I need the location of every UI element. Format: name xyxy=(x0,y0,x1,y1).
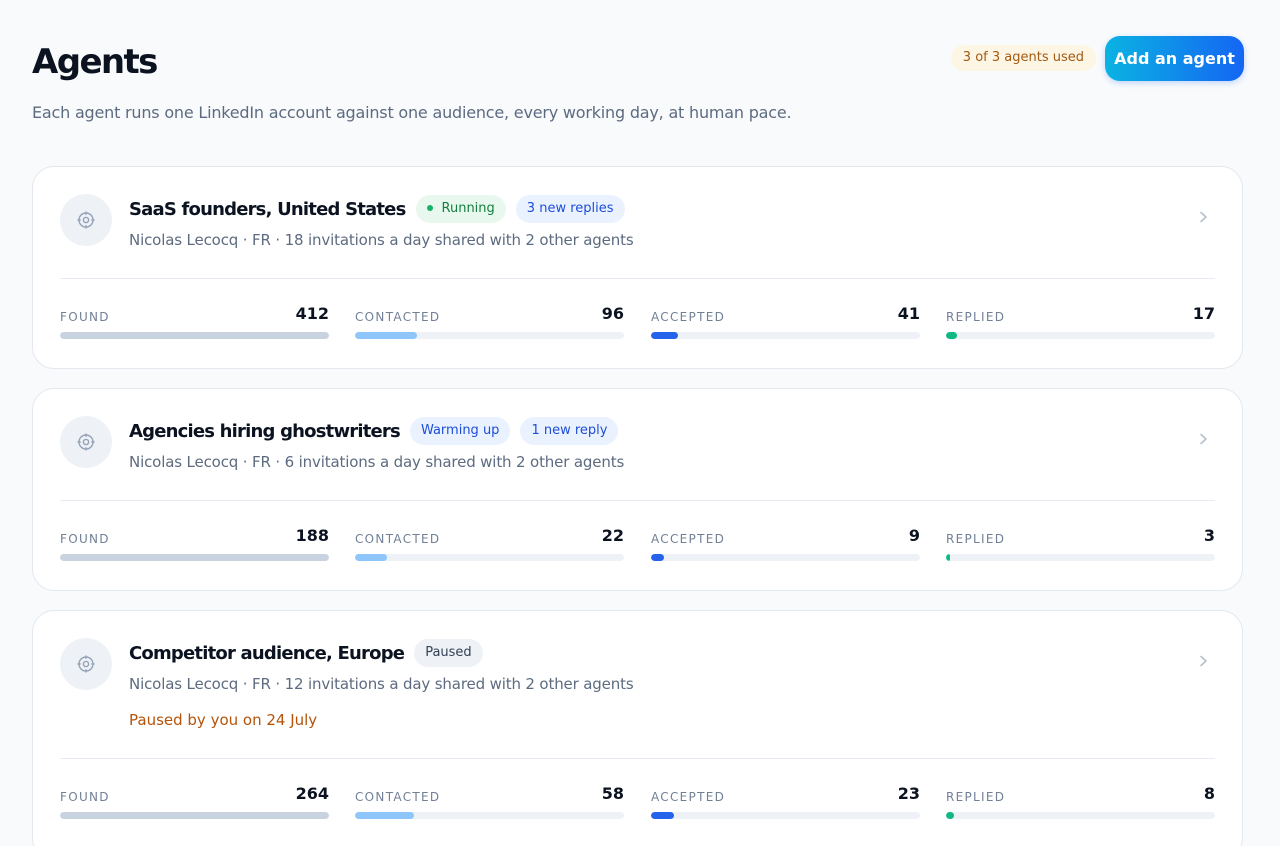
stat-label: CONTACTED xyxy=(355,532,441,546)
status-badge: Running xyxy=(415,195,506,223)
chevron-right-icon[interactable] xyxy=(1197,431,1209,447)
stat-replied: REPLIED 8 xyxy=(946,784,1215,824)
stat-value: 9 xyxy=(908,526,920,545)
status-badge: Paused xyxy=(414,639,483,667)
card-divider xyxy=(60,278,1215,279)
progress-track xyxy=(946,554,1215,561)
progress-track xyxy=(651,812,920,819)
agent-meta: Nicolas Lecocq · FR · 12 invitations a d… xyxy=(129,675,634,693)
stat-label: ACCEPTED xyxy=(651,790,726,804)
progress-fill xyxy=(60,554,329,561)
stat-label: CONTACTED xyxy=(355,790,441,804)
stat-accepted: ACCEPTED 23 xyxy=(651,784,920,824)
agent-card[interactable]: Agencies hiring ghostwriters Warming up … xyxy=(32,388,1243,591)
progress-track xyxy=(651,332,920,339)
target-icon xyxy=(60,194,112,246)
status-badge: Warming up xyxy=(409,417,511,445)
page-header: Agents 3 of 3 agents used Add an agent xyxy=(32,0,1244,96)
progress-track xyxy=(355,812,624,819)
stat-accepted: ACCEPTED 9 xyxy=(651,526,920,566)
stat-label: ACCEPTED xyxy=(651,532,726,546)
agent-title-row: Competitor audience, Europe Paused xyxy=(129,639,483,667)
progress-track xyxy=(651,554,920,561)
stat-label: CONTACTED xyxy=(355,310,441,324)
agent-meta: Nicolas Lecocq · FR · 6 invitations a da… xyxy=(129,453,625,471)
stat-value: 188 xyxy=(295,526,329,545)
progress-fill xyxy=(946,812,955,819)
page-subtitle: Each agent runs one LinkedIn account aga… xyxy=(32,103,792,122)
agent-stats: FOUND 188 CONTACTED 22 ACCEPTED 9 REPLIE… xyxy=(60,526,1215,566)
stat-label: FOUND xyxy=(60,310,110,324)
stat-label: REPLIED xyxy=(946,310,1006,324)
stat-value: 58 xyxy=(601,784,624,803)
stat-replied: REPLIED 3 xyxy=(946,526,1215,566)
agent-name: Competitor audience, Europe xyxy=(129,642,405,664)
stat-accepted: ACCEPTED 41 xyxy=(651,304,920,344)
stat-contacted: CONTACTED 96 xyxy=(355,304,624,344)
stat-value: 3 xyxy=(1203,526,1215,545)
stat-value: 22 xyxy=(601,526,624,545)
progress-fill xyxy=(651,332,678,339)
status-label: Running xyxy=(441,201,495,216)
agent-name: SaaS founders, United States xyxy=(129,198,406,220)
stat-value: 23 xyxy=(897,784,920,803)
progress-fill xyxy=(355,554,388,561)
progress-track xyxy=(355,554,624,561)
card-divider xyxy=(60,758,1215,759)
add-agent-button[interactable]: Add an agent xyxy=(1105,36,1244,81)
agent-card[interactable]: Competitor audience, Europe Paused Nicol… xyxy=(32,610,1243,846)
stat-value: 17 xyxy=(1192,304,1215,323)
progress-fill xyxy=(355,332,417,339)
chevron-right-icon[interactable] xyxy=(1197,209,1209,225)
stat-found: FOUND 188 xyxy=(60,526,329,566)
progress-fill xyxy=(60,332,329,339)
paused-note: Paused by you on 24 July xyxy=(129,711,318,729)
card-divider xyxy=(60,500,1215,501)
running-dot-icon xyxy=(426,204,433,211)
progress-fill xyxy=(651,554,665,561)
stat-label: REPLIED xyxy=(946,532,1006,546)
agent-stats: FOUND 264 CONTACTED 58 ACCEPTED 23 REPLI… xyxy=(60,784,1215,824)
agent-meta: Nicolas Lecocq · FR · 18 invitations a d… xyxy=(129,231,634,249)
progress-fill xyxy=(651,812,675,819)
progress-track xyxy=(60,554,329,561)
stat-label: REPLIED xyxy=(946,790,1006,804)
progress-track xyxy=(355,332,624,339)
progress-fill xyxy=(60,812,329,819)
stat-value: 41 xyxy=(897,304,920,323)
agent-card[interactable]: SaaS founders, United States Running 3 n… xyxy=(32,166,1243,369)
agent-title-row: SaaS founders, United States Running 3 n… xyxy=(129,195,625,223)
usage-badge: 3 of 3 agents used xyxy=(950,45,1096,71)
page-title: Agents xyxy=(32,42,158,82)
stat-found: FOUND 412 xyxy=(60,304,329,344)
stat-replied: REPLIED 17 xyxy=(946,304,1215,344)
target-icon xyxy=(60,416,112,468)
stat-value: 96 xyxy=(601,304,624,323)
stat-found: FOUND 264 xyxy=(60,784,329,824)
agent-list: SaaS founders, United States Running 3 n… xyxy=(32,166,1244,846)
stat-contacted: CONTACTED 58 xyxy=(355,784,624,824)
new-replies-badge[interactable]: 3 new replies xyxy=(515,195,625,223)
stat-label: FOUND xyxy=(60,790,110,804)
stat-label: FOUND xyxy=(60,532,110,546)
stat-contacted: CONTACTED 22 xyxy=(355,526,624,566)
progress-track xyxy=(946,332,1215,339)
new-replies-badge[interactable]: 1 new reply xyxy=(520,417,619,445)
stat-value: 264 xyxy=(295,784,329,803)
stat-value: 412 xyxy=(295,304,329,323)
progress-track xyxy=(60,332,329,339)
agent-stats: FOUND 412 CONTACTED 96 ACCEPTED 41 REPLI… xyxy=(60,304,1215,344)
progress-fill xyxy=(355,812,415,819)
agent-title-row: Agencies hiring ghostwriters Warming up … xyxy=(129,417,619,445)
progress-fill xyxy=(946,332,957,339)
stat-label: ACCEPTED xyxy=(651,310,726,324)
agent-name: Agencies hiring ghostwriters xyxy=(129,420,401,442)
target-icon xyxy=(60,638,112,690)
chevron-right-icon[interactable] xyxy=(1197,653,1209,669)
progress-track xyxy=(946,812,1215,819)
progress-fill xyxy=(946,554,951,561)
progress-track xyxy=(60,812,329,819)
stat-value: 8 xyxy=(1203,784,1215,803)
agents-page: Agents 3 of 3 agents used Add an agent E… xyxy=(32,0,1244,846)
